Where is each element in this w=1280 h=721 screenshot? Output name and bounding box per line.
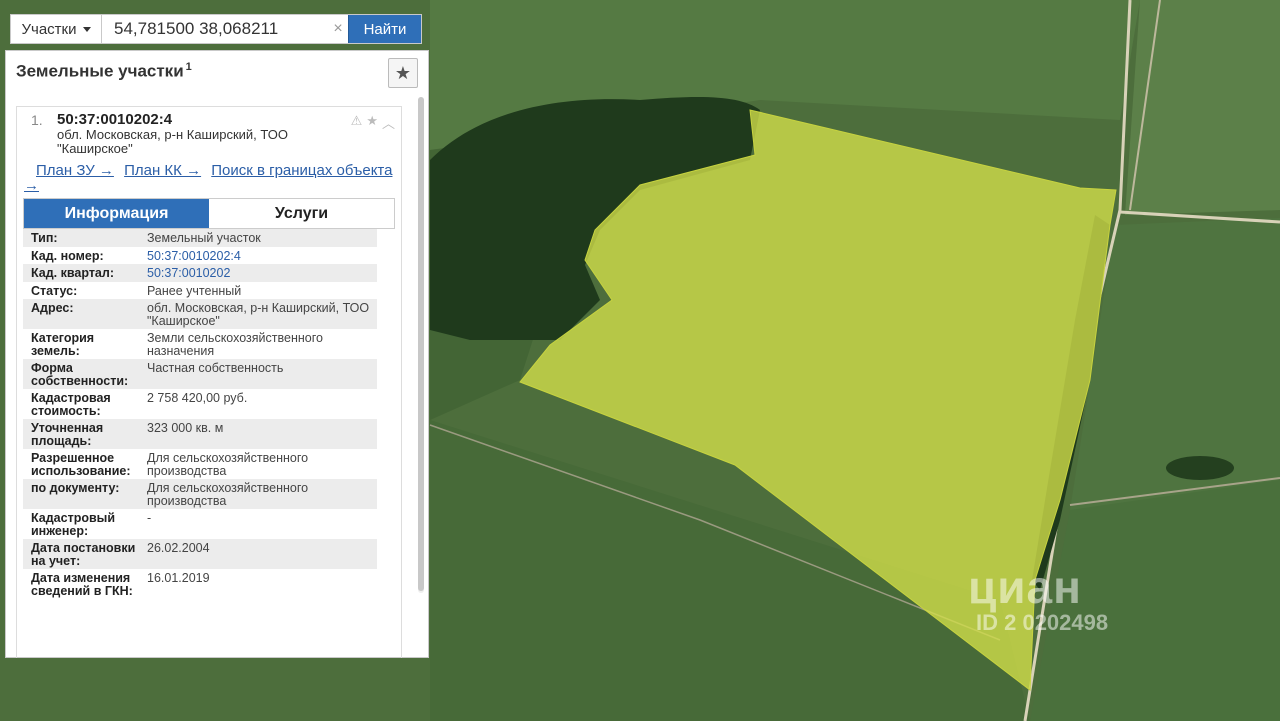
attribute-value: 26.02.2004 [147, 541, 210, 555]
attribute-value: обл. Московская, р-н Каширский, ТОО "Каш… [147, 301, 370, 328]
attribute-key: Тип: [31, 231, 58, 245]
chevron-down-icon [82, 26, 91, 32]
attribute-key: Кадастровая стоимость: [31, 391, 111, 418]
tab-services[interactable]: Услуги [209, 199, 394, 228]
favorites-button[interactable]: ★ [388, 58, 418, 88]
search-bar: Участки × Найти [10, 14, 422, 44]
attribute-key: Статус: [31, 283, 78, 298]
result-address: обл. Московская, р-н Каширский, ТОО "Каш… [57, 127, 288, 156]
attribute-value: 16.01.2019 [147, 571, 210, 585]
plan-kk-link[interactable]: План КК → [124, 162, 201, 179]
warning-icon[interactable]: ⚠ [351, 113, 363, 132]
attribute-value: Земли сельскохозяйственного назначения [147, 331, 323, 358]
result-links: План ЗУ → План КК → Поиск в границах объ… [17, 156, 401, 193]
table-row: Дата постановки на учет: 26.02.2004 [23, 539, 377, 569]
table-row: Разрешенное использование: Для сельскохоз… [23, 449, 377, 479]
clear-icon[interactable]: × [328, 15, 348, 43]
attribute-key: Кад. квартал: [31, 266, 114, 280]
attribute-value: 323 000 кв. м [147, 421, 224, 435]
table-row: Кад. квартал: 50:37:0010202 [23, 264, 377, 282]
attribute-value[interactable]: 50:37:0010202 [143, 264, 377, 282]
tab-info[interactable]: Информация [24, 199, 209, 228]
attribute-key: Категория земель: [31, 331, 95, 358]
layer-select[interactable]: Участки [11, 15, 102, 43]
table-row: Тип: Земельный участок [23, 229, 377, 247]
table-row: Кадастровая стоимость: 2 758 420,00 руб. [23, 389, 377, 419]
layer-select-label: Участки [21, 20, 77, 38]
plan-zu-link[interactable]: План ЗУ → [36, 162, 114, 179]
attribute-value: 2 758 420,00 руб. [147, 391, 248, 405]
attribute-key: Адрес: [31, 301, 74, 315]
table-row: Кадастровый инженер: - [23, 509, 377, 539]
result-number: 1. [31, 112, 43, 128]
attribute-key: Разрешенное использование: [31, 451, 131, 478]
result-count: 1 [185, 61, 192, 73]
result-cad-number[interactable]: 50:37:0010202:4 [57, 111, 395, 128]
results-list[interactable]: 1. 50:37:0010202:4 обл. Московская, р-н … [16, 106, 402, 658]
table-row: Статус: Ранее учтенный [23, 282, 377, 300]
panel-title: Земельные участки 1 [16, 61, 192, 82]
search-input[interactable] [102, 15, 328, 43]
table-row: Дата изменения сведений в ГКН: 16.01.2019 [23, 569, 377, 599]
table-row: Категория земель: Земли сельскохозяйствен… [23, 329, 377, 359]
info-table: Тип: Земельный участок Кад. номер: 50:37:00… [23, 229, 377, 599]
star-icon[interactable]: ★ [366, 113, 378, 132]
result-tabs: Информация Услуги [23, 198, 395, 229]
scrollbar[interactable] [418, 97, 424, 593]
chevron-up-icon[interactable]: ︿ [382, 113, 395, 132]
attribute-key: Кад. номер: [31, 248, 104, 263]
star-icon: ★ [394, 62, 412, 83]
attribute-value: Земельный участок [147, 231, 261, 245]
attribute-key: Форма собственности: [31, 361, 129, 388]
table-row: Кад. номер: 50:37:0010202:4 [23, 247, 377, 265]
attribute-key: Дата постановки на учет: [31, 541, 136, 568]
panel-title-text: Земельные участки [16, 61, 184, 81]
scrollbar-thumb[interactable] [418, 97, 424, 591]
result-header: 1. 50:37:0010202:4 обл. Московская, р-н … [17, 107, 401, 156]
attribute-key: Дата изменения сведений в ГКН: [31, 571, 133, 598]
attribute-value: Ранее учтенный [147, 283, 242, 298]
table-row: по документу: Для сельскохозяйственного п… [23, 479, 377, 509]
attribute-value: Частная собственность [147, 361, 284, 375]
table-row: Уточненная площадь: 323 000 кв. м [23, 419, 377, 449]
result-tools: ⚠ ★ ︿ [351, 113, 395, 132]
find-button[interactable]: Найти [348, 15, 421, 43]
panel-header: Земельные участки 1 ★ [6, 51, 428, 96]
attribute-key: Кадастровый инженер: [31, 511, 116, 538]
attribute-value: Для сельскохозяйственного производства [147, 481, 309, 508]
attribute-value[interactable]: 50:37:0010202:4 [143, 247, 377, 265]
table-row: Адрес: обл. Московская, р-н Каширский, ТО… [23, 299, 377, 329]
results-panel: Земельные участки 1 ★ 1. 50:37:0010202:4 … [5, 50, 429, 658]
attribute-key: Уточненная площадь: [31, 421, 104, 448]
attribute-value: Для сельскохозяйственного производства [147, 451, 309, 478]
attribute-value: - [147, 511, 152, 525]
attribute-key: по документу: [31, 481, 120, 495]
table-row: Форма собственности: Частная собственност… [23, 359, 377, 389]
